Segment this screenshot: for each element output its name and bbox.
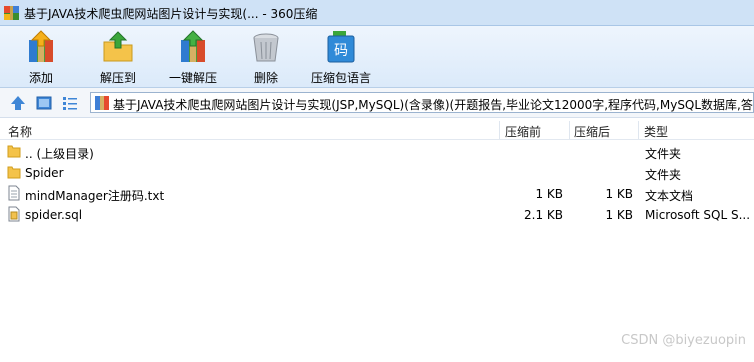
file-row-mindmanager-txt[interactable]: mindManager注册码.txt 1 KB 1 KB 文本文档 bbox=[0, 183, 754, 204]
file-size-before: 1 KB bbox=[535, 187, 563, 201]
add-archive-icon bbox=[29, 30, 53, 62]
column-divider[interactable] bbox=[569, 121, 570, 139]
window-title: 基于JAVA技术爬虫爬网站图片设计与实现(... - 360压缩 bbox=[24, 7, 318, 21]
column-compressed-before[interactable]: 压缩前 bbox=[505, 123, 541, 140]
file-type: 文件夹 bbox=[645, 168, 682, 182]
column-divider[interactable] bbox=[499, 121, 500, 139]
file-type: 文件夹 bbox=[645, 147, 682, 161]
archive-path-icon bbox=[95, 96, 109, 110]
file-size-after: 1 KB bbox=[605, 208, 633, 222]
address-bar: 基于JAVA技术爬虫爬网站图片设计与实现(JSP,MySQL)(含录像)(开题报… bbox=[0, 88, 754, 118]
extract-to-button[interactable]: 解压到 bbox=[95, 30, 141, 86]
file-row-spider[interactable]: Spider 文件夹 bbox=[0, 162, 754, 183]
column-header: 名称 压缩前 压缩后 类型 bbox=[0, 120, 754, 140]
file-size-before: 2.1 KB bbox=[524, 208, 563, 222]
trash-icon bbox=[253, 33, 279, 62]
file-row-spider-sql[interactable]: spider.sql 2.1 KB 1 KB Microsoft SQL S..… bbox=[0, 204, 754, 225]
language-icon-glyph: 码 bbox=[334, 43, 348, 59]
path-field[interactable]: 基于JAVA技术爬虫爬网站图片设计与实现(JSP,MySQL)(含录像)(开题报… bbox=[90, 92, 754, 113]
extract-to-label: 解压到 bbox=[99, 71, 136, 85]
view-list-icon[interactable] bbox=[62, 95, 78, 111]
file-row-parent[interactable]: .. (上级目录) 文件夹 bbox=[0, 141, 754, 162]
one-click-extract-button[interactable]: 一键解压 bbox=[164, 30, 222, 86]
one-click-extract-label: 一键解压 bbox=[168, 71, 217, 85]
file-name: spider.sql bbox=[25, 208, 83, 222]
archive-app-icon bbox=[4, 6, 19, 20]
file-type: 文本文档 bbox=[645, 189, 694, 203]
folder-icon bbox=[7, 166, 21, 179]
title-bar: 基于JAVA技术爬虫爬网站图片设计与实现(... - 360压缩 bbox=[0, 0, 754, 26]
one-click-extract-icon bbox=[181, 30, 205, 62]
delete-label: 删除 bbox=[253, 71, 278, 85]
file-size-after: 1 KB bbox=[605, 187, 633, 201]
up-arrow-icon[interactable] bbox=[10, 95, 26, 111]
column-name[interactable]: 名称 bbox=[8, 123, 32, 140]
path-text: 基于JAVA技术爬虫爬网站图片设计与实现(JSP,MySQL)(含录像)(开题报… bbox=[113, 98, 754, 112]
text-file-icon bbox=[8, 185, 20, 201]
extract-folder-icon bbox=[103, 31, 133, 62]
file-name: mindManager注册码.txt bbox=[25, 189, 165, 203]
folder-icon bbox=[7, 145, 21, 158]
view-large-icon[interactable] bbox=[36, 95, 52, 111]
add-label: 添加 bbox=[28, 71, 53, 85]
file-type: Microsoft SQL S... bbox=[645, 208, 751, 222]
toolbar: 添加 解压到 一键解压 删除 码 压缩包语言 bbox=[0, 26, 754, 88]
column-compressed-after[interactable]: 压缩后 bbox=[574, 123, 610, 140]
watermark-text: CSDN @biyezuopin bbox=[621, 333, 746, 348]
add-button[interactable]: 添加 bbox=[18, 30, 64, 86]
archive-language-button[interactable]: 码 压缩包语言 bbox=[309, 30, 373, 86]
language-pack-icon: 码 bbox=[327, 31, 355, 63]
column-divider[interactable] bbox=[638, 121, 639, 139]
column-type[interactable]: 类型 bbox=[644, 123, 668, 140]
delete-button[interactable]: 删除 bbox=[243, 30, 289, 86]
file-name: .. (上级目录) bbox=[25, 147, 94, 161]
sql-file-icon bbox=[8, 206, 20, 222]
file-name: Spider bbox=[25, 166, 64, 180]
archive-language-label: 压缩包语言 bbox=[310, 71, 371, 85]
